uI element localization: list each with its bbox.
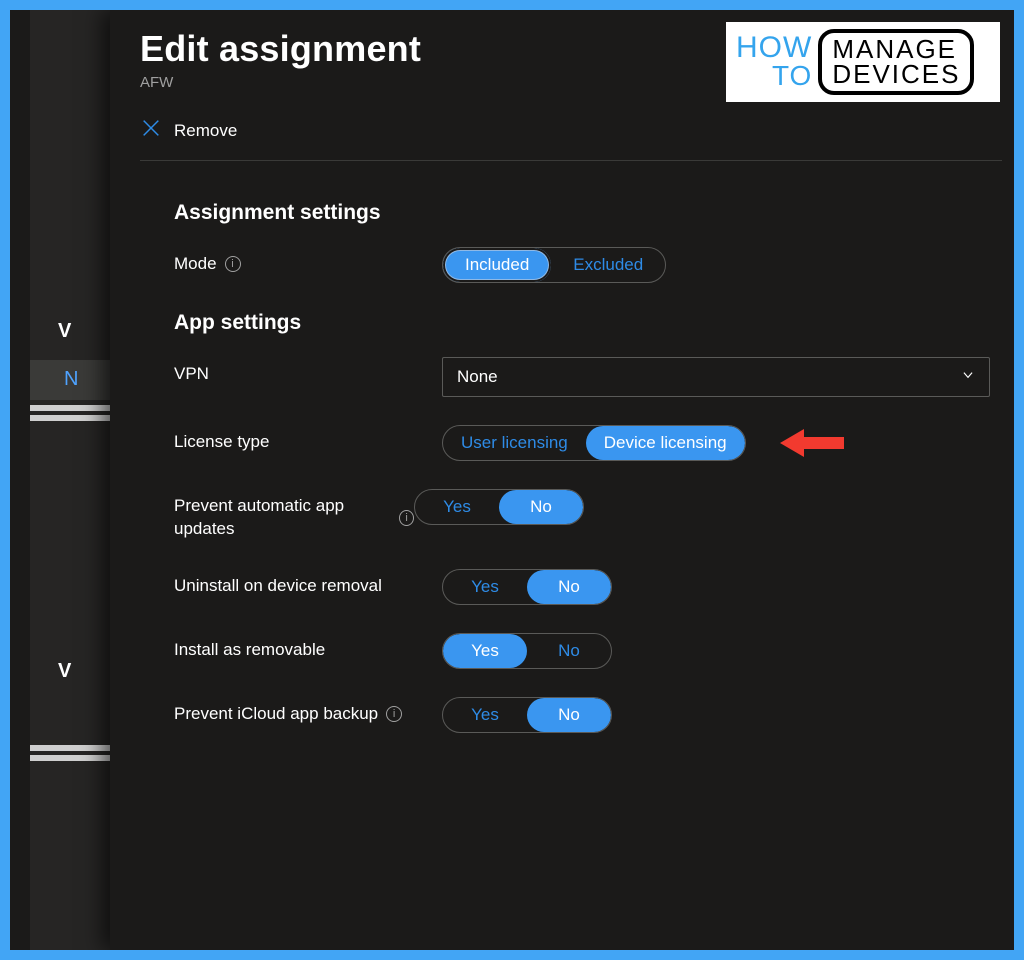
row-mode: Mode i Included Excluded — [174, 247, 998, 283]
section-app-settings: App settings — [174, 311, 998, 335]
annotation-arrow-icon — [780, 425, 844, 466]
bg-scrollbar — [30, 415, 110, 421]
row-prevent-icloud: Prevent iCloud app backup i Yes No — [174, 697, 998, 733]
remove-label: Remove — [174, 121, 237, 141]
prevent-updates-no[interactable]: No — [499, 490, 583, 524]
vpn-dropdown[interactable]: None — [442, 357, 990, 397]
logo-to: TO — [772, 63, 812, 90]
info-icon[interactable]: i — [386, 706, 402, 722]
logo-devices: DEVICES — [832, 62, 960, 87]
chevron-down-icon — [961, 367, 975, 387]
prevent-updates-yes[interactable]: Yes — [415, 490, 499, 524]
uninstall-removal-no[interactable]: No — [527, 570, 611, 604]
bg-letter: V — [58, 320, 71, 343]
row-license-type: License type User licensing Device licen… — [174, 425, 998, 461]
bg-letter: V — [58, 660, 71, 683]
info-icon[interactable]: i — [225, 256, 241, 272]
row-prevent-updates: Prevent automatic app updates i Yes No — [174, 489, 998, 541]
install-removable-no[interactable]: No — [527, 634, 611, 668]
logo-watermark: HOW TO MANAGE DEVICES — [726, 22, 1000, 102]
license-user-option[interactable]: User licensing — [443, 426, 586, 460]
content: Assignment settings Mode i Included Excl… — [140, 161, 1002, 733]
vpn-value: None — [457, 367, 498, 387]
license-device-option[interactable]: Device licensing — [586, 426, 745, 460]
bg-scrollbar — [30, 745, 110, 751]
bg-scrollbar — [30, 405, 110, 411]
remove-button[interactable]: Remove — [140, 117, 237, 144]
uninstall-removal-toggle: Yes No — [442, 569, 612, 605]
mode-label: Mode — [174, 253, 217, 276]
section-assignment-settings: Assignment settings — [174, 201, 998, 225]
background-column: V N V — [30, 10, 110, 950]
license-label: License type — [174, 431, 269, 454]
prevent-icloud-no[interactable]: No — [527, 698, 611, 732]
mode-toggle: Included Excluded — [442, 247, 666, 283]
uninstall-removal-label: Uninstall on device removal — [174, 575, 382, 598]
prevent-updates-toggle: Yes No — [414, 489, 584, 525]
app-frame: V N V HOW TO MANAGE DEVICES Edit assignm… — [0, 0, 1024, 960]
prevent-updates-label: Prevent automatic app updates — [174, 495, 391, 541]
prevent-icloud-label: Prevent iCloud app backup — [174, 703, 378, 726]
mode-excluded-option[interactable]: Excluded — [551, 248, 665, 282]
mode-included-option[interactable]: Included — [443, 248, 551, 282]
install-removable-label: Install as removable — [174, 639, 325, 662]
info-icon[interactable]: i — [399, 510, 414, 526]
row-vpn: VPN None — [174, 357, 998, 397]
row-install-removable: Install as removable Yes No — [174, 633, 998, 669]
toolbar: Remove — [140, 117, 1002, 161]
install-removable-yes[interactable]: Yes — [443, 634, 527, 668]
bg-scrollbar — [30, 755, 110, 761]
row-uninstall-removal: Uninstall on device removal Yes No — [174, 569, 998, 605]
license-toggle: User licensing Device licensing — [442, 425, 746, 461]
prevent-icloud-toggle: Yes No — [442, 697, 612, 733]
vpn-label: VPN — [174, 363, 209, 386]
install-removable-toggle: Yes No — [442, 633, 612, 669]
close-icon — [140, 117, 162, 144]
bg-letter[interactable]: N — [64, 368, 78, 391]
prevent-icloud-yes[interactable]: Yes — [443, 698, 527, 732]
uninstall-removal-yes[interactable]: Yes — [443, 570, 527, 604]
logo-how: HOW — [736, 34, 812, 63]
edit-assignment-panel: HOW TO MANAGE DEVICES Edit assignment AF… — [110, 10, 1014, 950]
